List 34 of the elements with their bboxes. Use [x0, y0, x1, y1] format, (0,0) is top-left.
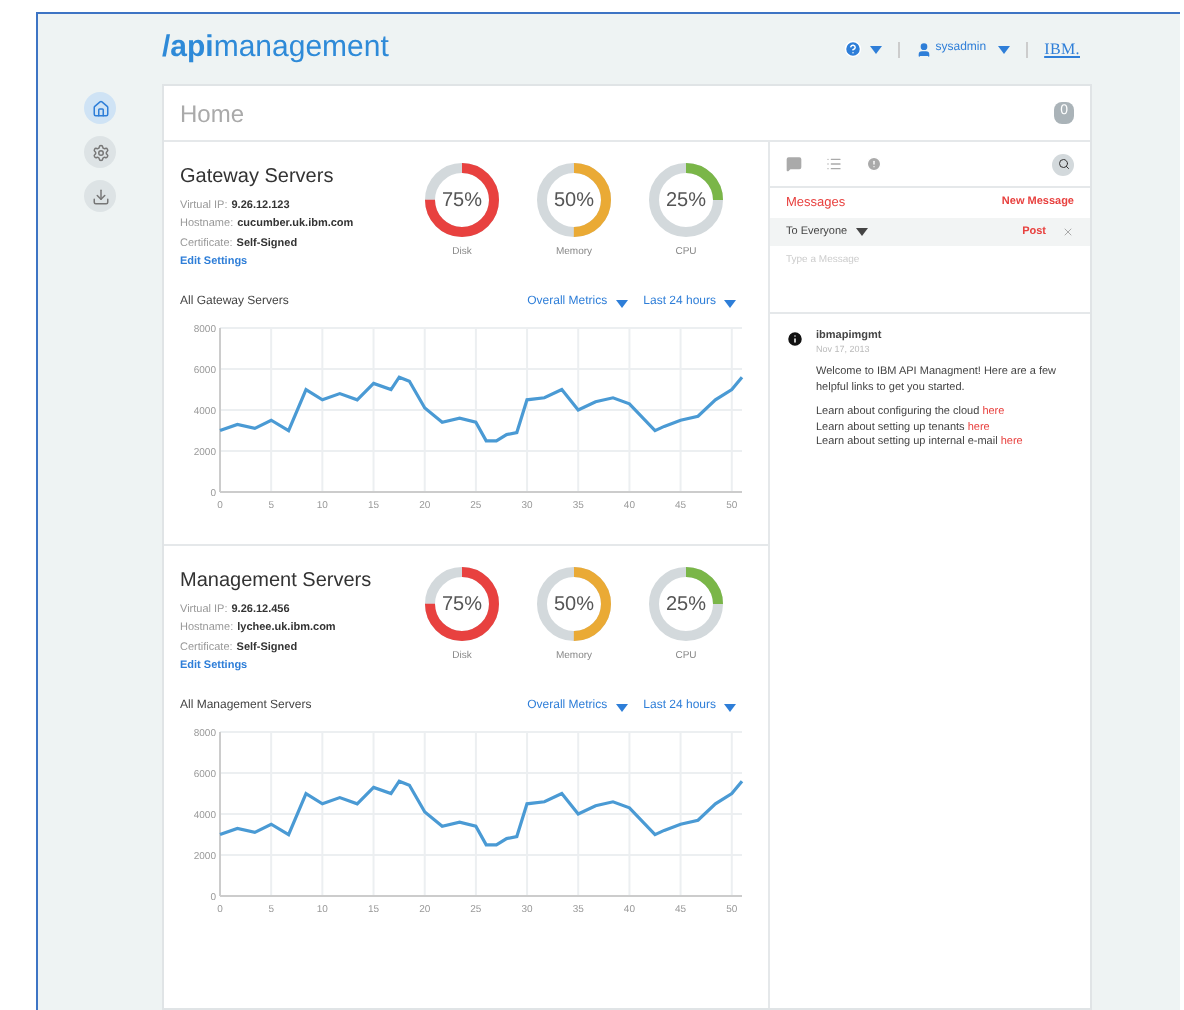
nav-button[interactable]: [84, 180, 116, 212]
caret-icon: [615, 299, 628, 307]
gauge-reading: 50%: [551, 591, 596, 619]
user-icon: [915, 41, 932, 57]
list-icon: [826, 156, 842, 172]
gauge-reading: 25%: [663, 187, 708, 215]
caret-icon: [615, 703, 628, 711]
alert-icon: [866, 156, 882, 172]
home-icon: [91, 99, 109, 117]
search-button[interactable]: [1052, 153, 1074, 175]
caret-icon: [998, 45, 1011, 53]
page-title: Home: [180, 97, 245, 131]
gauge-reading: 50%: [551, 187, 596, 215]
help-icon: [843, 40, 862, 58]
help-menu[interactable]: [843, 40, 882, 58]
info-icon: [786, 330, 804, 348]
caret-icon: [724, 703, 736, 711]
search-icon: [1057, 158, 1069, 170]
gauge-reading: 75%: [439, 591, 484, 619]
nav-button[interactable]: [84, 92, 116, 124]
settings-icon: [91, 143, 109, 161]
section-title: Management Servers: [180, 568, 372, 596]
gauge-reading: 25%: [663, 591, 708, 619]
brand-logo: IBM.: [1044, 37, 1080, 61]
caret-icon: [869, 45, 882, 53]
close-icon: [1062, 226, 1074, 238]
chat-icon: [786, 156, 802, 172]
download-icon: [91, 187, 109, 205]
app-logo: /apimanagement: [162, 28, 389, 69]
caret-icon: [724, 299, 736, 307]
nav-button[interactable]: [84, 136, 116, 168]
caret-icon: [855, 228, 868, 236]
section-title: Gateway Servers: [180, 164, 336, 192]
gauge-reading: 75%: [439, 187, 484, 215]
